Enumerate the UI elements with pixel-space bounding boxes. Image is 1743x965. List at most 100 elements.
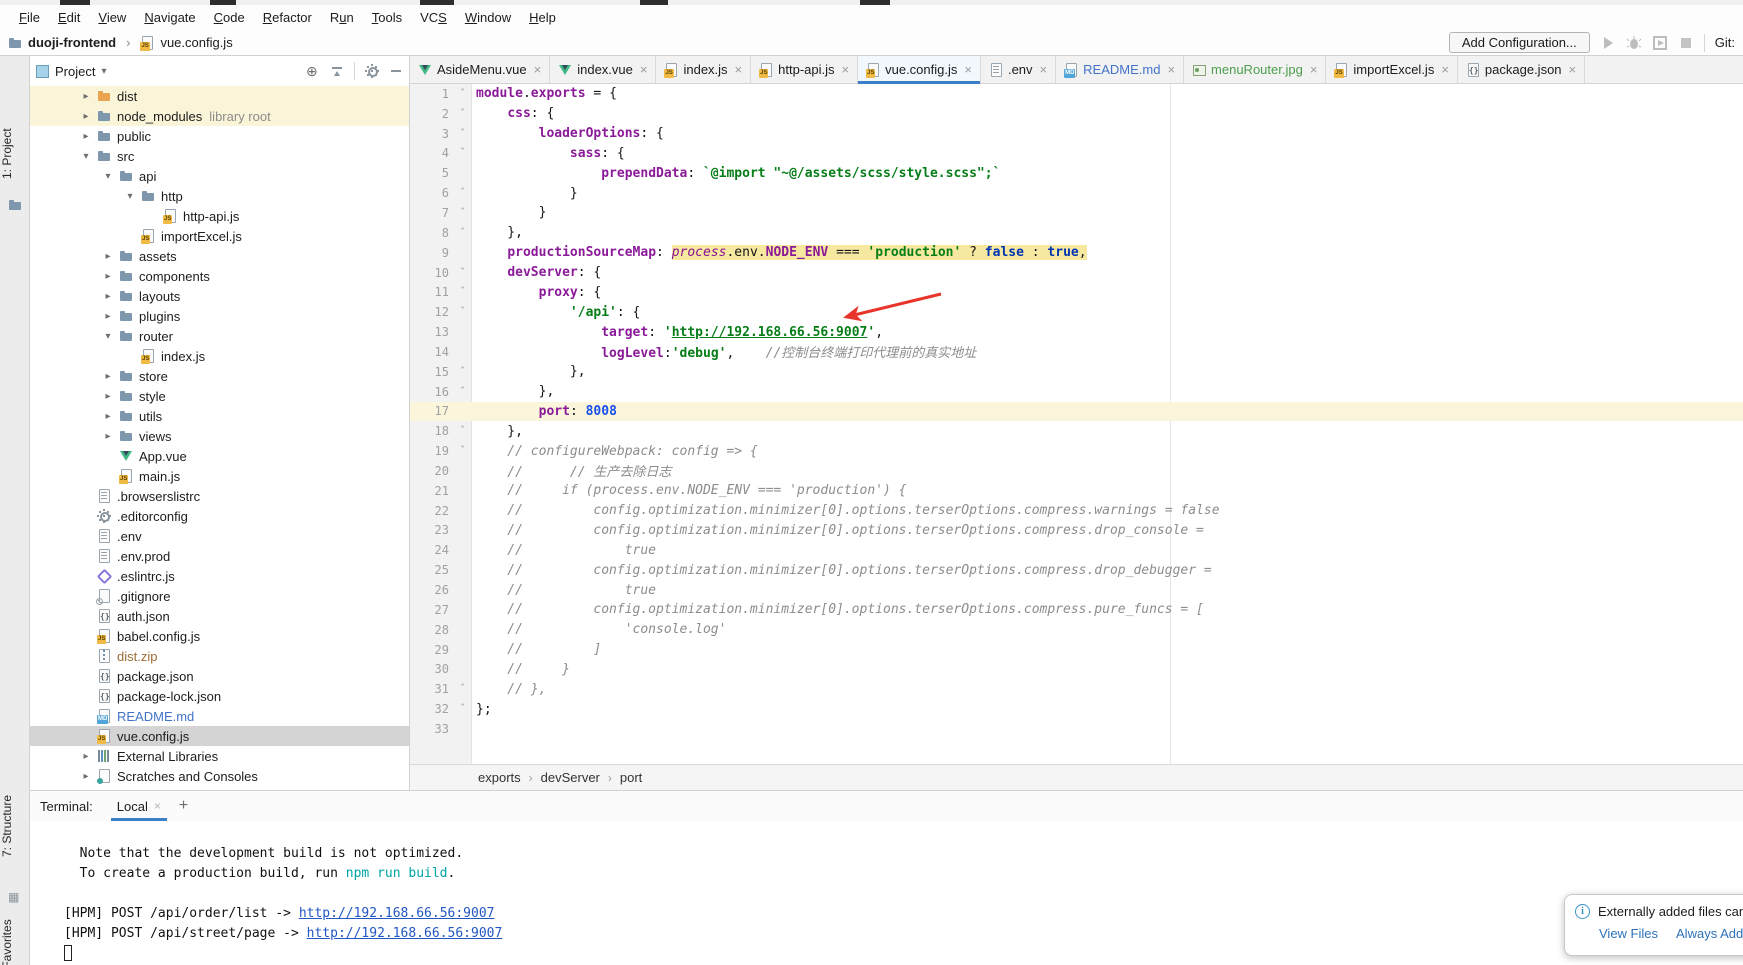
tree-item-dist[interactable]: ▸dist xyxy=(30,86,410,106)
stop-icon[interactable] xyxy=(1678,35,1694,51)
tab-http-api-js[interactable]: http-api.js× xyxy=(751,56,858,83)
code-editor[interactable]: 1ˇmodule.exports = {2ˇ css: {3ˇ loaderOp… xyxy=(410,84,1743,739)
tab-menurouter-jpg[interactable]: menuRouter.jpg× xyxy=(1184,56,1326,83)
git-widget[interactable]: Git: xyxy=(1715,35,1735,50)
editor-crumb-devserver[interactable]: devServer xyxy=(541,770,600,785)
tree-item-editorconfig[interactable]: .editorconfig xyxy=(30,506,410,526)
close-icon[interactable]: × xyxy=(154,799,161,813)
tree-item-babel-config-js[interactable]: babel.config.js xyxy=(30,626,410,646)
tree-chevron-icon[interactable]: ▸ xyxy=(75,131,97,142)
menu-help[interactable]: Help xyxy=(520,7,565,28)
breadcrumb-file[interactable]: vue.config.js xyxy=(160,35,232,50)
tree-item-views[interactable]: ▸views xyxy=(30,426,410,446)
tree-chevron-icon[interactable]: ▸ xyxy=(97,371,119,382)
add-configuration-button[interactable]: Add Configuration... xyxy=(1449,32,1590,53)
tree-item-browserslistrc[interactable]: .browserslistrc xyxy=(30,486,410,506)
tree-item-package-json[interactable]: package.json xyxy=(30,666,410,686)
tab-package-json[interactable]: package.json× xyxy=(1458,56,1585,83)
terminal-tab-local[interactable]: Local × xyxy=(111,791,167,821)
tree-item-public[interactable]: ▸public xyxy=(30,126,410,146)
editor-crumb-port[interactable]: port xyxy=(620,770,642,785)
tree-item-main-js[interactable]: main.js xyxy=(30,466,410,486)
tree-item-style[interactable]: ▸style xyxy=(30,386,410,406)
tree-item-eslintrc-js[interactable]: .eslintrc.js xyxy=(30,566,410,586)
tab-importexcel-js[interactable]: importExcel.js× xyxy=(1326,56,1458,83)
tree-item-auth-json[interactable]: auth.json xyxy=(30,606,410,626)
editor-area[interactable]: AsideMenu.vue×index.vue×index.js×http-ap… xyxy=(410,56,1743,790)
tree-item-http-api-js[interactable]: http-api.js xyxy=(30,206,410,226)
tree-chevron-icon[interactable]: ▾ xyxy=(97,171,119,182)
tree-item-env-prod[interactable]: .env.prod xyxy=(30,546,410,566)
tree-chevron-icon[interactable]: ▾ xyxy=(75,151,97,162)
tab-vue-config-js[interactable]: vue.config.js× xyxy=(858,56,981,83)
close-icon[interactable]: × xyxy=(534,62,542,77)
tree-item-index-js[interactable]: index.js xyxy=(30,346,410,366)
close-icon[interactable]: × xyxy=(1441,62,1449,77)
menu-vcs[interactable]: VCS xyxy=(411,7,456,28)
tab-env[interactable]: .env× xyxy=(981,56,1056,83)
menu-edit[interactable]: Edit xyxy=(49,7,89,28)
tree-item-router[interactable]: ▾router xyxy=(30,326,410,346)
tree-item-plugins[interactable]: ▸plugins xyxy=(30,306,410,326)
tree-item-components[interactable]: ▸components xyxy=(30,266,410,286)
tree-chevron-icon[interactable]: ▸ xyxy=(75,751,97,762)
menu-file[interactable]: File xyxy=(10,7,49,28)
tree-chevron-icon[interactable]: ▸ xyxy=(97,311,119,322)
tree-chevron-icon[interactable]: ▸ xyxy=(75,91,97,102)
tree-chevron-icon[interactable]: ▸ xyxy=(97,391,119,402)
tree-chevron-icon[interactable]: ▸ xyxy=(97,251,119,262)
settings-gear-icon[interactable] xyxy=(365,64,379,78)
tree-item-api[interactable]: ▾api xyxy=(30,166,410,186)
menu-window[interactable]: Window xyxy=(456,7,520,28)
new-terminal-icon[interactable]: + xyxy=(179,797,188,815)
tree-item-env[interactable]: .env xyxy=(30,526,410,546)
locate-file-icon[interactable]: ⊕ xyxy=(306,64,320,78)
stripe-project-button[interactable]: 1: Project xyxy=(0,116,30,192)
close-icon[interactable]: × xyxy=(842,62,850,77)
menu-run[interactable]: Run xyxy=(321,7,363,28)
collapse-all-icon[interactable] xyxy=(330,64,344,78)
project-panel-title[interactable]: Project xyxy=(55,64,95,79)
stripe-favorites-button[interactable]: 2: Favorites xyxy=(0,908,30,965)
tree-chevron-icon[interactable]: ▸ xyxy=(75,771,97,782)
tree-item-assets[interactable]: ▸assets xyxy=(30,246,410,266)
favorites-group-icon[interactable]: ▦ xyxy=(8,890,19,904)
tree-item-app-vue[interactable]: App.vue xyxy=(30,446,410,466)
tree-item-readme-md[interactable]: README.md xyxy=(30,706,410,726)
tree-item-utils[interactable]: ▸utils xyxy=(30,406,410,426)
tab-readme-md[interactable]: README.md× xyxy=(1056,56,1184,83)
tree-item-node-modules[interactable]: ▸node_moduleslibrary root xyxy=(30,106,410,126)
close-icon[interactable]: × xyxy=(964,62,972,77)
tree-item-external-libraries[interactable]: ▸External Libraries xyxy=(30,746,410,766)
editor-crumb-exports[interactable]: exports xyxy=(478,770,521,785)
tree-chevron-icon[interactable]: ▾ xyxy=(97,331,119,342)
tree-chevron-icon[interactable]: ▸ xyxy=(97,291,119,302)
tree-chevron-icon[interactable]: ▾ xyxy=(119,191,141,202)
tab-asidemenu-vue[interactable]: AsideMenu.vue× xyxy=(410,56,550,83)
tree-item-store[interactable]: ▸store xyxy=(30,366,410,386)
stripe-structure-button[interactable]: 7: Structure xyxy=(0,782,30,870)
debug-icon[interactable] xyxy=(1626,35,1642,51)
tree-chevron-icon[interactable]: ▸ xyxy=(75,111,97,122)
close-icon[interactable]: × xyxy=(735,62,743,77)
menu-navigate[interactable]: Navigate xyxy=(135,7,204,28)
tab-index-js[interactable]: index.js× xyxy=(656,56,751,83)
tree-item-importexcel-js[interactable]: importExcel.js xyxy=(30,226,410,246)
close-icon[interactable]: × xyxy=(640,62,648,77)
close-icon[interactable]: × xyxy=(1040,62,1048,77)
terminal-link[interactable]: http://192.168.66.56:9007 xyxy=(307,926,503,941)
terminal-link[interactable]: http://192.168.66.56:9007 xyxy=(299,906,495,921)
hide-panel-icon[interactable] xyxy=(389,64,403,78)
tree-item-scratches-and-consoles[interactable]: ▸Scratches and Consoles xyxy=(30,766,410,786)
tree-item-gitignore[interactable]: .gitignore xyxy=(30,586,410,606)
tree-item-dist-zip[interactable]: dist.zip xyxy=(30,646,410,666)
tree-chevron-icon[interactable]: ▸ xyxy=(97,271,119,282)
tree-chevron-icon[interactable]: ▸ xyxy=(97,411,119,422)
run-icon[interactable] xyxy=(1600,35,1616,51)
run-with-coverage-icon[interactable] xyxy=(1652,35,1668,51)
chevron-down-icon[interactable]: ▾ xyxy=(101,66,106,77)
close-icon[interactable]: × xyxy=(1310,62,1318,77)
terminal-output[interactable]: Note that the development build is not o… xyxy=(30,823,1743,963)
menu-code[interactable]: Code xyxy=(205,7,254,28)
always-add-link[interactable]: Always Add xyxy=(1676,926,1743,941)
